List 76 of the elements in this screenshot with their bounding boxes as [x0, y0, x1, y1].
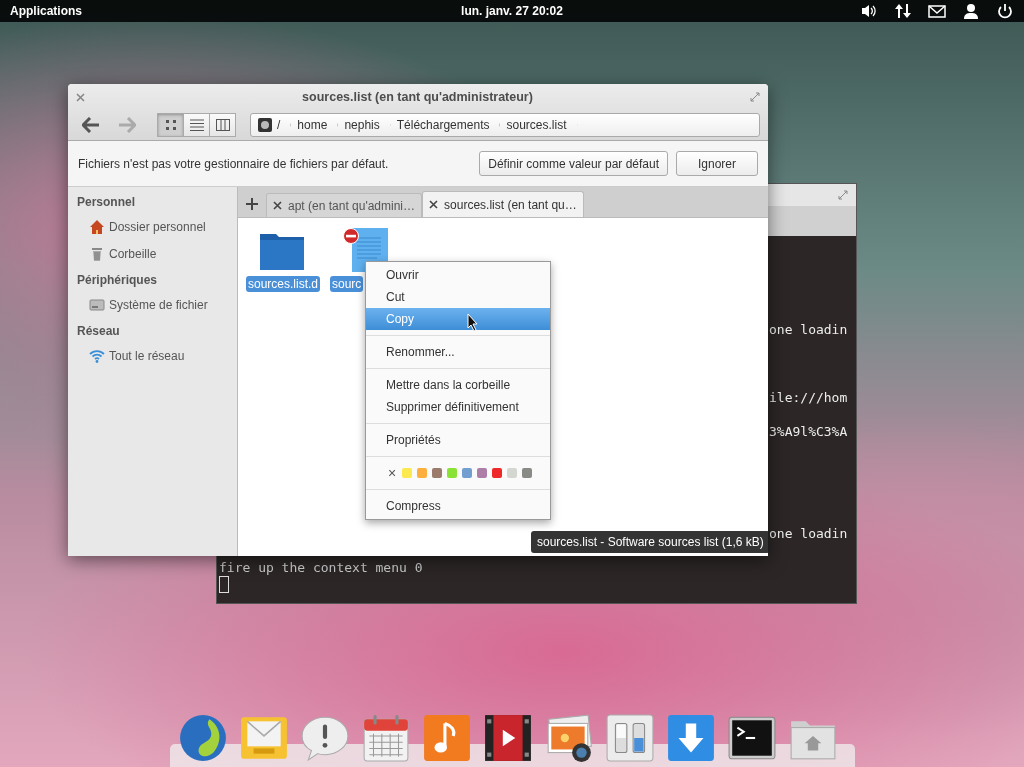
close-icon [273, 201, 282, 210]
path-segment[interactable]: Téléchargements [390, 114, 501, 136]
column-view-button[interactable] [209, 113, 236, 137]
wifi-icon [89, 348, 105, 364]
path-bar[interactable]: / home nephis Téléchargements sources.list [250, 113, 760, 137]
path-segment[interactable]: sources.list [500, 114, 578, 136]
color-tag-swatch[interactable] [432, 468, 443, 478]
drive-icon [257, 117, 273, 133]
mail-icon[interactable] [928, 3, 946, 19]
trash-icon [89, 246, 105, 262]
terminal-text: 3%A9l%C3%A [769, 423, 848, 440]
applications-menu[interactable]: Applications [10, 4, 82, 18]
list-view-button[interactable] [183, 113, 210, 137]
path-segment[interactable]: / [251, 114, 292, 136]
menu-item[interactable]: Cut [366, 286, 550, 308]
terminal-text: one loadin [769, 525, 848, 542]
plus-icon [246, 198, 258, 210]
menu-item[interactable]: Supprimer définitivement [366, 396, 550, 418]
sidebar-heading: Personnel [77, 195, 137, 209]
list-icon [189, 119, 204, 131]
color-tag-swatch[interactable] [522, 468, 533, 478]
path-segment[interactable]: home [291, 114, 339, 136]
close-icon [429, 200, 439, 209]
download-icon[interactable] [666, 713, 716, 763]
menu-item[interactable]: Propriétés [366, 429, 550, 451]
window-title: sources.list (en tant qu'administrateur) [301, 90, 534, 104]
arrow-icon [118, 117, 136, 133]
clock[interactable]: lun. janv. 27 20:02 [461, 4, 563, 18]
grid-icon [164, 119, 177, 131]
mouse-pointer-icon [467, 313, 479, 331]
tooltip: sources.list - Software sources list (1,6 kB) [531, 531, 770, 553]
sidebar-item[interactable]: Système de fichier [109, 298, 208, 312]
maximize-icon[interactable] [838, 190, 848, 200]
arrow-icon [82, 117, 100, 133]
color-tag-swatch[interactable] [492, 468, 503, 478]
calendar-icon[interactable] [361, 713, 411, 763]
grid-view-button[interactable] [157, 113, 184, 137]
color-tag-swatch[interactable] [462, 468, 473, 478]
color-tag-swatch[interactable] [477, 468, 488, 478]
terminal-text: fire up the context menu 0 [219, 559, 423, 576]
sidebar-heading: Périphériques [77, 273, 159, 287]
sidebar-item[interactable]: Dossier personnel [109, 220, 206, 234]
menu-item[interactable]: Ouvrir [366, 264, 550, 286]
columns-icon [215, 119, 230, 131]
close-icon[interactable] [76, 92, 85, 102]
set-default-button[interactable]: Définir comme valeur par défaut [479, 151, 668, 176]
path-segment[interactable]: nephis [338, 114, 391, 136]
color-tag-swatch[interactable] [507, 468, 518, 478]
menu-item[interactable]: Renommer... [366, 341, 550, 363]
info-message: Fichiers n'est pas votre gestionnaire de fichiers par défaut. [78, 156, 390, 171]
user-icon[interactable] [962, 3, 980, 19]
menu-item[interactable]: Compress [366, 495, 550, 517]
tab[interactable]: sources.list (en tant qu… [422, 191, 584, 217]
sidebar-heading: Réseau [77, 324, 121, 338]
sidebar-item[interactable]: Tout le réseau [109, 349, 185, 363]
clear-tag-button[interactable]: × [388, 465, 397, 481]
terminal-text: one loadin [769, 321, 848, 338]
toggle-switch-icon[interactable] [605, 713, 655, 763]
color-tag-swatch[interactable] [417, 468, 428, 478]
film-play-icon[interactable] [483, 713, 533, 763]
sidebar-item[interactable]: Corbeille [109, 247, 157, 261]
color-tag-swatch[interactable] [402, 468, 413, 478]
ignore-button[interactable]: Ignorer [676, 151, 758, 176]
tab[interactable]: apt (en tant qu'admini… [266, 193, 423, 217]
menu-item[interactable]: Mettre dans la corbeille [366, 374, 550, 396]
network-arrows-icon[interactable] [894, 3, 912, 19]
color-tag-swatch[interactable] [447, 468, 458, 478]
globe-icon[interactable] [178, 713, 228, 763]
power-icon[interactable] [996, 3, 1014, 19]
drive-icon [89, 297, 105, 313]
maximize-icon[interactable] [750, 92, 760, 102]
terminal-text: ile:///hom [769, 389, 848, 406]
home-icon [89, 219, 105, 235]
volume-icon[interactable] [860, 3, 878, 19]
music-note-icon[interactable] [422, 713, 472, 763]
text-cursor [219, 576, 229, 593]
